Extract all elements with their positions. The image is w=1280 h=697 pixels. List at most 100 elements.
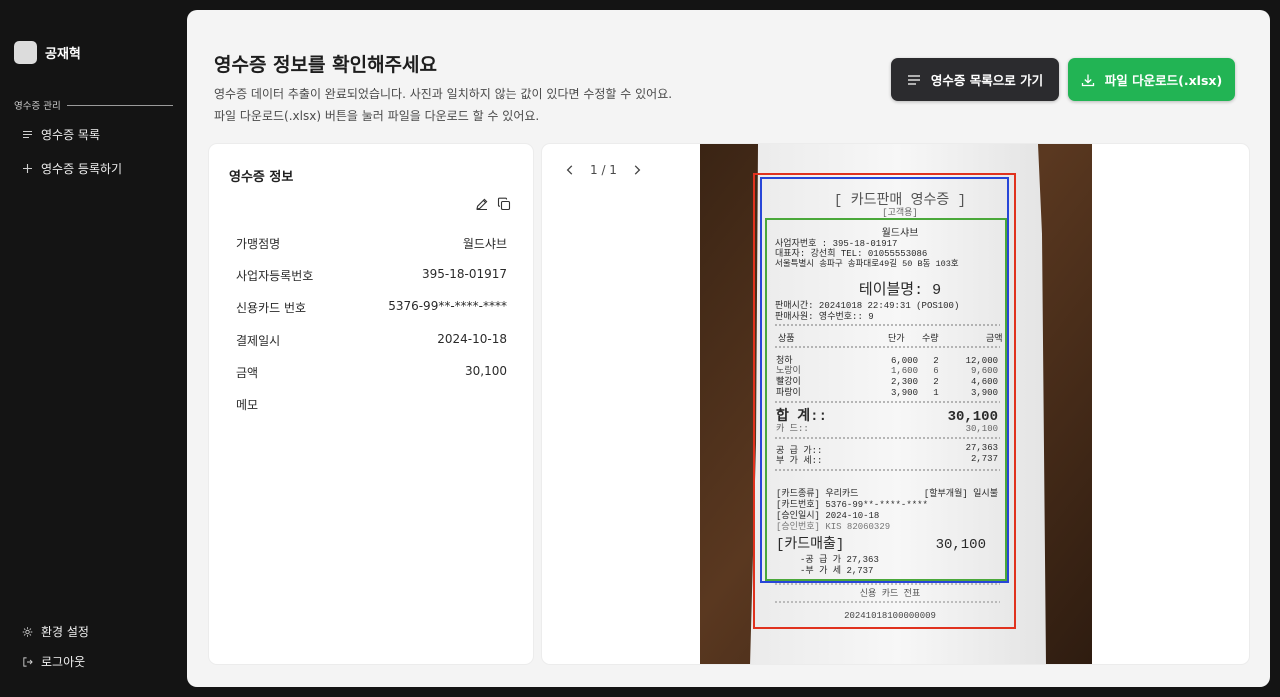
gear-icon: [22, 626, 33, 637]
button-label: 영수증 목록으로 가기: [930, 73, 1044, 88]
description-line: 영수증 데이터 추출이 완료되었습니다. 사진과 일치하지 않는 값이 있다면 …: [214, 87, 673, 101]
download-xlsx-button[interactable]: 파일 다운로드(.xlsx): [1068, 58, 1235, 101]
receipt-card-value: 30,100: [966, 424, 998, 434]
page-indicator: 1 / 1: [590, 163, 617, 177]
receipt-total-value: 30,100: [948, 409, 998, 425]
sidebar-item-logout[interactable]: 로그아웃: [22, 653, 85, 670]
receipt-supply-value: 27,363: [966, 443, 998, 453]
card-title: 영수증 정보: [229, 170, 294, 185]
receipt-sale-staff: 판매사원: 영수번호:: 9: [775, 311, 874, 322]
receipt-card-sales-label: [카드매출]: [776, 536, 844, 553]
info-row-memo: 메모: [236, 396, 507, 413]
receipt-footer-title: 신용 카드 전표: [860, 588, 920, 599]
sidebar-item-label: 환경 설정: [41, 625, 89, 639]
row-label: 메모: [236, 398, 259, 412]
receipt-item-amount: 9,600: [971, 366, 998, 376]
receipt-card-no: [카드번호] 5376-99**-****-****: [776, 499, 928, 510]
receipt-item-qty: 2: [933, 377, 938, 387]
main-panel: 영수증 정보를 확인해주세요 영수증 데이터 추출이 완료되었습니다. 사진과 …: [187, 10, 1270, 687]
receipt-card-sales-value: 30,100: [936, 537, 986, 553]
receipt-biz-no: 사업자번호 : 395-18-01917: [775, 238, 897, 249]
row-label: 사업자등록번호: [236, 269, 314, 283]
info-row-payment-date: 결제일시 2024-10-18: [236, 332, 507, 349]
receipt-sales-supply: -공 급 가 27,363: [800, 554, 879, 565]
receipt-item-qty: 6: [933, 366, 938, 376]
receipt-total-label: 합 계::: [776, 407, 827, 425]
receipt-item-amount: 12,000: [966, 356, 998, 366]
info-row-business-number: 사업자등록번호 395-18-01917: [236, 267, 507, 284]
sidebar-item-settings[interactable]: 환경 설정: [22, 623, 89, 640]
list-icon: [22, 129, 33, 140]
sidebar: 공재혁 영수증 관리 영수증 목록 영수증 등록하기 환경 설정 로그아웃: [0, 0, 187, 697]
receipt-ceo-tel: 대표자: 강선희 TEL: 01055553086: [775, 247, 927, 259]
receipt-sale-time: 판매시간: 20241018 22:49:31 (POS100): [775, 300, 959, 311]
go-to-receipt-list-button[interactable]: 영수증 목록으로 가기: [891, 58, 1059, 101]
receipt-address: 서울특별시 송파구 송파대로49길 50 B동 103호: [775, 258, 959, 269]
receipt-item-price: 6,000: [891, 356, 918, 366]
receipt-sub: [고객용]: [882, 207, 918, 218]
row-value[interactable]: 2024-10-18: [437, 332, 507, 349]
receipt-item-amount: 3,900: [971, 388, 998, 398]
sidebar-item-label: 영수증 목록: [41, 128, 101, 142]
sidebar-item-receipt-list[interactable]: 영수증 목록: [22, 126, 100, 143]
receipt-item-price: 2,300: [891, 377, 918, 387]
row-value[interactable]: 395-18-01917: [422, 267, 507, 284]
sidebar-item-register-receipt[interactable]: 영수증 등록하기: [22, 160, 122, 177]
info-row-merchant: 가맹점명 월드샤브: [236, 235, 507, 252]
previous-page-icon[interactable]: [564, 164, 576, 176]
logout-icon: [22, 656, 33, 667]
receipt-photo: [ 카드판매 영수증 ] [고객용] 월드샤브 사업자번호 : 395-18-0…: [700, 144, 1092, 664]
page-title: 영수증 정보를 확인해주세요: [214, 54, 437, 76]
receipt-card-label: 카 드::: [776, 423, 809, 434]
info-row-card-number: 신용카드 번호 5376-99**-****-****: [236, 299, 507, 316]
user-profile[interactable]: 공재혁: [14, 41, 81, 64]
receipt-info-card: 영수증 정보 가맹점명 월드샤브 사업자등록번호 395-18-01917 신용…: [208, 143, 534, 665]
list-icon: [907, 74, 921, 86]
receipt-item-name: 빨강이: [776, 376, 801, 387]
receipt-col-item: 상품: [778, 333, 795, 344]
row-label: 가맹점명: [236, 237, 281, 251]
receipt-item-qty: 2: [933, 356, 938, 366]
receipt-approval-no: [승인번호] KIS 82060329: [776, 521, 890, 532]
receipt-item-qty: 1: [933, 388, 938, 398]
sidebar-item-label: 영수증 등록하기: [41, 162, 123, 176]
row-label: 결제일시: [236, 334, 281, 348]
row-value[interactable]: 5376-99**-****-****: [388, 299, 507, 316]
section-header: 영수증 관리: [14, 98, 173, 112]
receipt-approval-date: [승인일시] 2024-10-18: [776, 510, 879, 521]
receipt-installment: [할부개월] 일시불: [924, 487, 998, 499]
receipt-sales-vat: -부 가 세 2,737: [800, 565, 873, 576]
button-label: 파일 다운로드(.xlsx): [1104, 73, 1223, 88]
receipt-card-type: [카드종류] 우리카드: [776, 488, 858, 499]
receipt-image-viewer: 1 / 1 [ 카드판매 영수증 ] [고객용] 월드샤브 사업자번호: 39…: [541, 143, 1250, 665]
card-actions: [475, 197, 511, 211]
edit-icon[interactable]: [475, 197, 489, 211]
receipt-table: 테이블명: 9: [859, 281, 941, 299]
info-row-amount: 금액 30,100: [236, 364, 507, 381]
receipt-footer-no: 20241018100000009: [844, 611, 936, 621]
receipt-item-price: 1,600: [891, 366, 918, 376]
pagination: 1 / 1: [564, 163, 643, 177]
user-name: 공재혁: [45, 47, 81, 62]
receipt-item-name: 파랑이: [776, 386, 801, 398]
row-label: 신용카드 번호: [236, 301, 307, 315]
receipt-item-price: 3,900: [891, 388, 918, 398]
row-value[interactable]: 월드샤브: [463, 235, 507, 252]
receipt-vat-value: 2,737: [971, 454, 998, 464]
receipt-col-price: 단가: [888, 333, 905, 344]
download-icon: [1081, 73, 1095, 87]
receipt-vat-label: 부 가 세::: [776, 455, 822, 466]
page-description: 영수증 데이터 추출이 완료되었습니다. 사진과 일치하지 않는 값이 있다면 …: [214, 83, 672, 127]
sidebar-item-label: 로그아웃: [41, 655, 86, 669]
receipt-header: [ 카드판매 영수증 ]: [834, 192, 966, 209]
section-label: 영수증 관리: [14, 101, 61, 112]
receipt-item-name: 청하: [776, 355, 793, 366]
next-page-icon[interactable]: [631, 164, 643, 176]
plus-icon: [22, 163, 33, 174]
receipt-item-name: 노랑이: [776, 364, 801, 376]
receipt-supply-label: 공 급 가::: [776, 445, 822, 456]
receipt-item-amount: 4,600: [971, 377, 998, 387]
copy-icon[interactable]: [497, 197, 511, 211]
row-value[interactable]: 30,100: [465, 364, 507, 381]
section-divider: [66, 104, 173, 106]
